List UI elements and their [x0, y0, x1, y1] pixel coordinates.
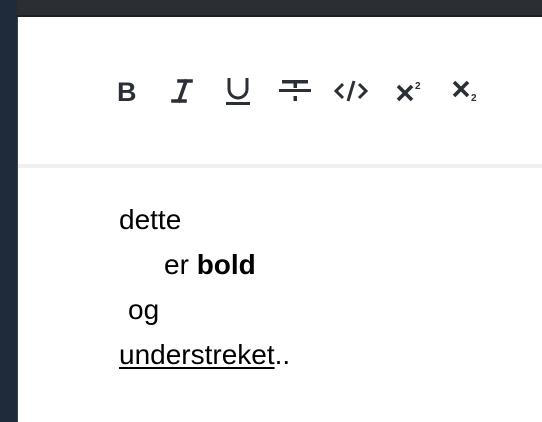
formatting-toolbar: B 2 2 [18, 17, 542, 168]
left-panel-edge [0, 0, 17, 422]
text-run: .. [274, 339, 291, 370]
underlined-text-run: understreket [119, 339, 275, 370]
text-run: er [164, 249, 197, 280]
subscript-button[interactable]: 2 [448, 73, 484, 109]
code-icon [334, 80, 368, 102]
text-line: dette [119, 197, 519, 242]
text-run: og [128, 294, 160, 325]
rich-text-editor: B 2 2 dette er bold og understreket.. [17, 17, 542, 422]
text-line: og [119, 287, 519, 332]
underline-button[interactable] [220, 73, 256, 109]
svg-text:2: 2 [415, 81, 421, 92]
italic-button[interactable] [164, 73, 200, 109]
strikethrough-button[interactable] [277, 73, 313, 109]
bold-icon: B [117, 78, 137, 104]
code-button[interactable] [333, 73, 369, 109]
top-bar [17, 0, 542, 17]
bold-button[interactable]: B [109, 73, 145, 109]
editor-content[interactable]: dette er bold og understreket.. [119, 197, 519, 377]
text-line: er bold [119, 242, 519, 287]
superscript-button[interactable]: 2 [392, 73, 428, 109]
superscript-icon: 2 [396, 81, 421, 102]
svg-text:2: 2 [471, 93, 477, 104]
subscript-icon: 2 [452, 80, 477, 104]
text-run: dette [119, 204, 182, 235]
bold-text-run: bold [196, 249, 256, 280]
svg-text:B: B [117, 78, 137, 104]
italic-icon [171, 78, 193, 104]
text-line: understreket.. [119, 332, 519, 377]
strikethrough-icon [279, 80, 311, 101]
underline-icon [226, 78, 250, 105]
